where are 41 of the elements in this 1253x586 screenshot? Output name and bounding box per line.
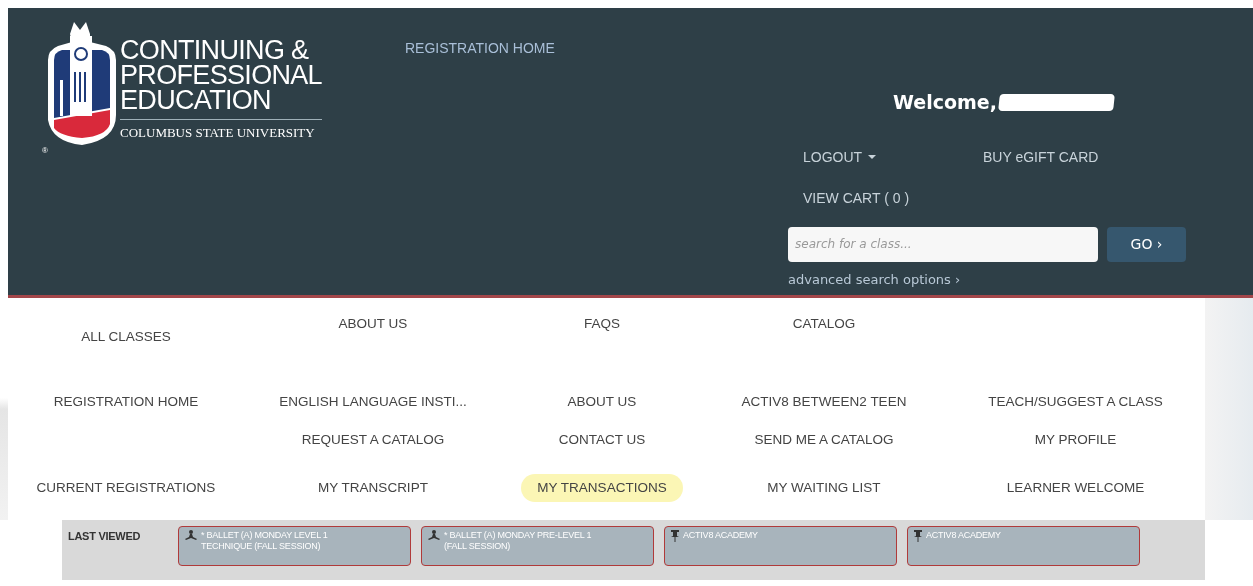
- view-cart-link[interactable]: VIEW CART ( 0 ): [803, 187, 983, 209]
- menu-link[interactable]: MY WAITING LIST: [751, 473, 897, 503]
- figure-icon: [427, 530, 441, 542]
- go-button[interactable]: GO ›: [1107, 226, 1186, 262]
- menu-link[interactable]: MY TRANSACTIONS: [521, 473, 683, 503]
- logout-menu[interactable]: LOGOUT: [803, 146, 983, 168]
- registration-home-link[interactable]: REGISTRATION HOME: [405, 40, 555, 56]
- welcome-text: Welcome,: [893, 90, 997, 115]
- menu-link[interactable]: LEARNER WELCOME: [990, 473, 1161, 503]
- recent-class-title: ACTIV8 ACADEMY: [926, 530, 1002, 541]
- recent-class-title: ACTIV8 ACADEMY: [683, 530, 759, 541]
- university-name: COLUMBUS STATE UNIVERSITY: [120, 124, 315, 142]
- pushpin-icon: [670, 530, 680, 542]
- menu-link[interactable]: ACTIV8 BETWEEN2 TEEN: [725, 387, 923, 416]
- advanced-search-link[interactable]: advanced search options ›: [788, 269, 1208, 289]
- menu-link[interactable]: MY TRANSCRIPT: [302, 473, 444, 503]
- gift-card-link[interactable]: BUY eGIFT CARD: [983, 146, 1183, 168]
- menu-link[interactable]: REQUEST A CATALOG: [285, 425, 461, 455]
- menu-link[interactable]: ABOUT US: [322, 310, 424, 366]
- menu-link[interactable]: CONTACT US: [542, 425, 662, 455]
- menu-link[interactable]: ABOUT US: [551, 387, 653, 416]
- registered-mark: ®: [42, 146, 48, 155]
- menu-link[interactable]: SEND ME A CATALOG: [738, 425, 910, 455]
- menu-link[interactable]: ALL CLASSES: [65, 323, 187, 366]
- menu-link[interactable]: REGISTRATION HOME: [37, 387, 215, 416]
- last-viewed-label: LAST VIEWED: [68, 529, 142, 544]
- menu-link[interactable]: MY PROFILE: [1018, 425, 1133, 455]
- menu-link[interactable]: CURRENT REGISTRATIONS: [20, 473, 232, 503]
- pushpin-icon: [913, 530, 923, 542]
- menu-link[interactable]: ENGLISH LANGUAGE INSTI...: [263, 387, 483, 416]
- logo-text: PROFESSIONAL: [120, 63, 322, 88]
- recent-class-title: * BALLET (A) MONDAY PRE-LEVEL 1 (FALL SESSION): [444, 530, 593, 552]
- logo-text: CONTINUING &: [120, 38, 310, 63]
- search-field[interactable]: search for a class...: [788, 226, 1098, 262]
- menu-link[interactable]: FAQS: [568, 310, 636, 366]
- figure-icon: [184, 530, 198, 542]
- recent-class-title: * BALLET (A) MONDAY LEVEL 1 TECHNIQUE (FALL SESSION): [201, 530, 329, 552]
- logo-text: EDUCATION: [120, 88, 272, 113]
- menu-link[interactable]: CATALOG: [776, 310, 872, 366]
- menu-link[interactable]: TEACH/SUGGEST A CLASS: [972, 387, 1179, 416]
- caret-icon: [868, 155, 877, 159]
